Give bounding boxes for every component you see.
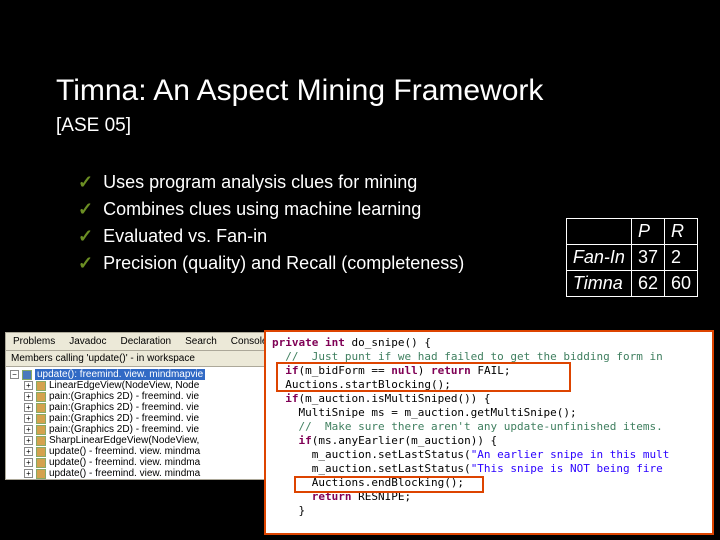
results-table: PR Fan-In372 Timna6260: [566, 218, 698, 297]
bullet-text: Uses program analysis clues for mining: [103, 172, 417, 193]
expand-icon[interactable]: +: [24, 381, 33, 390]
expand-icon[interactable]: +: [24, 458, 33, 467]
tree-label: update() - freemind. view. mindma: [49, 468, 200, 479]
expand-icon[interactable]: +: [24, 436, 33, 445]
method-icon: [36, 436, 46, 446]
row-timna: Timna: [566, 271, 631, 297]
method-icon: [36, 392, 46, 402]
expand-icon[interactable]: +: [24, 403, 33, 412]
tree-label: pain:(Graphics 2D) - freemind. vie: [49, 391, 199, 402]
tree-label: SharpLinearEdgeView(NodeView,: [49, 435, 199, 446]
expand-icon[interactable]: +: [24, 469, 33, 478]
bullet-text: Evaluated vs. Fan-in: [103, 226, 267, 247]
tree-label: pain:(Graphics 2D) - freemind. vie: [49, 424, 199, 435]
expand-icon[interactable]: +: [24, 425, 33, 434]
highlight-box: [294, 476, 484, 493]
method-icon: [22, 370, 32, 380]
tree-label: update(): freemind. view. mindmapvie: [35, 369, 205, 380]
check-icon: ✓: [78, 226, 93, 247]
tab-problems[interactable]: Problems: [6, 333, 62, 350]
code-snippet: private int do_snipe() { // Just punt if…: [264, 330, 714, 535]
method-icon: [36, 425, 46, 435]
method-icon: [36, 469, 46, 479]
bullet-item: ✓ Uses program analysis clues for mining: [78, 169, 720, 196]
tree-label: update() - freemind. view. mindma: [49, 446, 200, 457]
tree-label: pain:(Graphics 2D) - freemind. vie: [49, 413, 199, 424]
col-p: P: [631, 219, 664, 245]
method-icon: [36, 447, 46, 457]
collapse-icon[interactable]: −: [10, 370, 19, 379]
cell: 2: [664, 245, 697, 271]
tab-javadoc[interactable]: Javadoc: [62, 333, 113, 350]
tree-label: pain:(Graphics 2D) - freemind. vie: [49, 402, 199, 413]
cell: 62: [631, 271, 664, 297]
method-icon: [36, 403, 46, 413]
tree-label: update() - freemind. view. mindma: [49, 457, 200, 468]
method-icon: [36, 458, 46, 468]
bullet-text: Precision (quality) and Recall (complete…: [103, 253, 464, 274]
bullet-text: Combines clues using machine learning: [103, 199, 421, 220]
expand-icon[interactable]: +: [24, 392, 33, 401]
highlight-box: [276, 362, 571, 392]
check-icon: ✓: [78, 172, 93, 193]
check-icon: ✓: [78, 199, 93, 220]
expand-icon[interactable]: +: [24, 447, 33, 456]
tab-declaration[interactable]: Declaration: [114, 333, 179, 350]
check-icon: ✓: [78, 253, 93, 274]
row-fanin: Fan-In: [566, 245, 631, 271]
tab-search[interactable]: Search: [178, 333, 224, 350]
cell: 60: [664, 271, 697, 297]
tree-label: LinearEdgeView(NodeView, Node: [49, 380, 199, 391]
cell: 37: [631, 245, 664, 271]
slide-subtitle: [ASE 05]: [0, 108, 720, 137]
slide-title: Timna: An Aspect Mining Framework: [0, 0, 720, 108]
method-icon: [36, 414, 46, 424]
col-r: R: [664, 219, 697, 245]
expand-icon[interactable]: +: [24, 414, 33, 423]
method-icon: [36, 381, 46, 391]
